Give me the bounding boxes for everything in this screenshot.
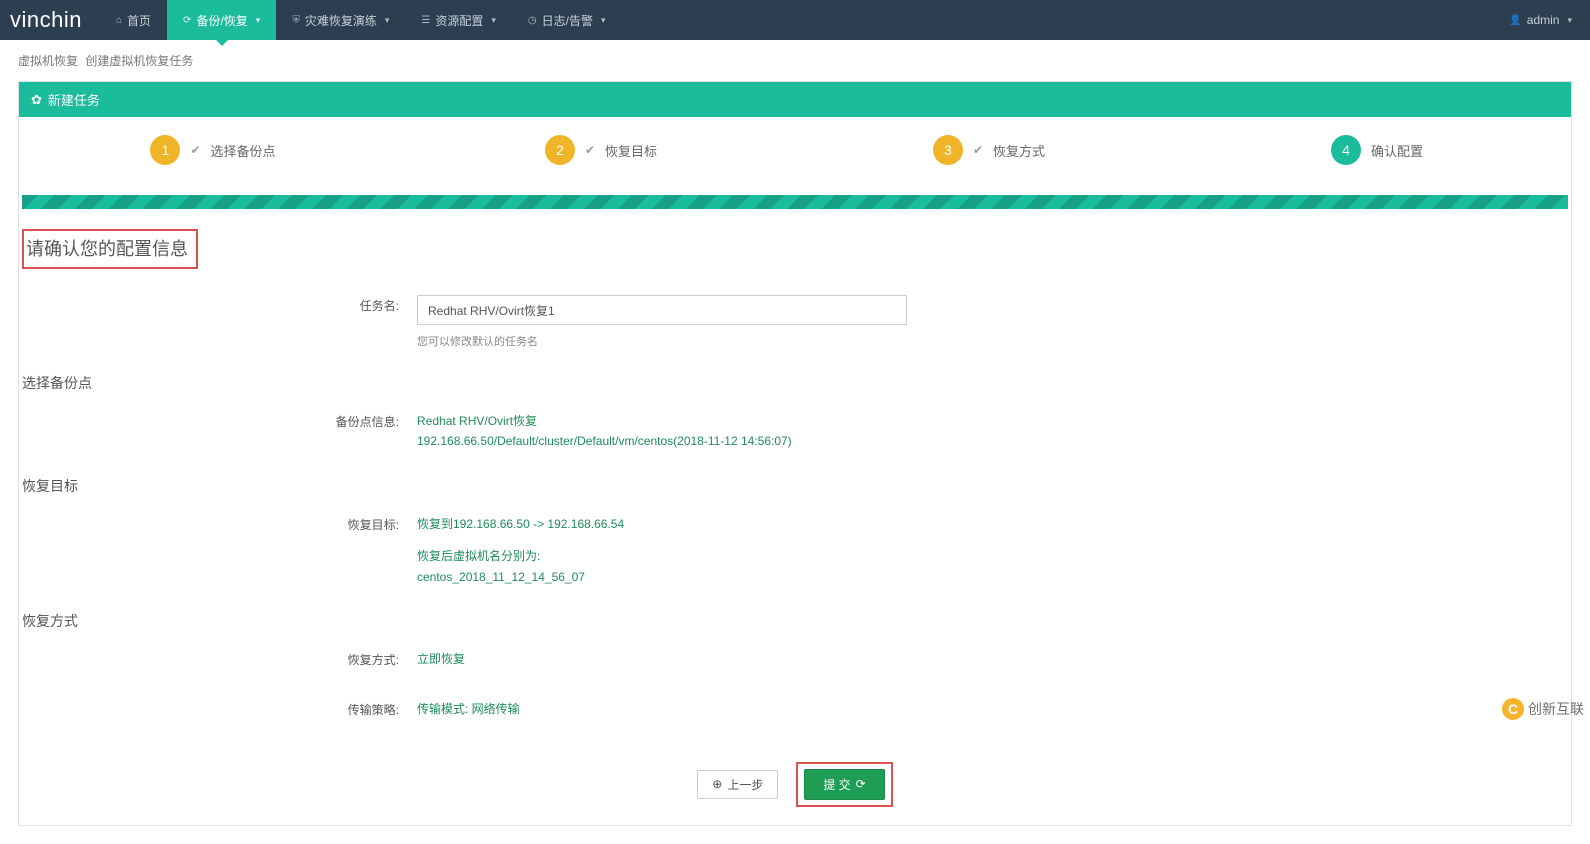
breadcrumb: 虚拟机恢复 创建虚拟机恢复任务 [0,40,1590,81]
panel-header: ✿ 新建任务 [19,82,1571,117]
content-area: 请确认您的配置信息 任务名: 您可以修改默认的任务名 选择备份点 备份点信息: … [19,229,1571,740]
restore-target-line3: centos_2018_11_12_14_56_07 [417,567,1568,587]
task-name-row: 任务名: 您可以修改默认的任务名 [22,287,1568,353]
nav-backup-restore[interactable]: ⟳ 备份/恢复 ▾ [167,0,276,40]
restore-target-value: 恢复到192.168.66.50 -> 192.168.66.54 恢复后虚拟机… [417,510,1568,587]
nav-home[interactable]: ⌂ 首页 [100,0,167,40]
wizard-step-3[interactable]: 3 ✔ 恢复方式 [795,135,1183,165]
restore-mode-value: 立即恢复 [417,645,1568,669]
nav-dr-drill[interactable]: ⛨ 灾难恢复演练 ▾ [276,0,405,40]
watermark: C 创新互联 [1502,698,1584,720]
wizard-step-4: 4 确认配置 [1183,135,1571,165]
submit-button-label: 提 交 [823,776,850,793]
restore-target-line2: 恢复后虚拟机名分别为: [417,546,1568,566]
chevron-down-icon: ▾ [601,15,606,26]
top-navbar: vinchin ⌂ 首页 ⟳ 备份/恢复 ▾ ⛨ 灾难恢复演练 ▾ ☰ 资源配置… [0,0,1590,40]
submit-icon: ⟳ [856,777,866,791]
check-icon: ✔ [973,143,983,157]
footer-buttons: ⊕ 上一步 提 交 ⟳ [19,740,1571,825]
submit-button[interactable]: 提 交 ⟳ [804,769,884,800]
step-label: 确认配置 [1371,141,1423,160]
wizard-steps: 1 ✔ 选择备份点 2 ✔ 恢复目标 3 ✔ 恢复方式 4 确认配置 [19,117,1571,195]
nav-log-alert[interactable]: ◷ 日志/告警 ▾ [512,0,622,40]
nav-resource[interactable]: ☰ 资源配置 ▾ [405,0,512,40]
nav-items: ⌂ 首页 ⟳ 备份/恢复 ▾ ⛨ 灾难恢复演练 ▾ ☰ 资源配置 ▾ ◷ 日志/… [100,0,622,40]
step-number: 4 [1331,135,1361,165]
chevron-down-icon: ▾ [1567,15,1572,26]
section-restore-target-title: 恢复目标 [22,462,1568,506]
restore-target-row: 恢复目标: 恢复到192.168.66.50 -> 192.168.66.54 … [22,506,1568,591]
nav-log-label: 日志/告警 [542,12,593,29]
nav-backup-label: 备份/恢复 [196,12,247,29]
brand-logo: vinchin [0,7,100,33]
user-icon: 👤 [1509,15,1521,26]
chevron-down-icon: ▾ [385,15,390,26]
backup-point-label: 备份点信息: [22,407,417,430]
chevron-down-icon: ▾ [491,15,496,26]
check-icon: ✔ [585,143,595,157]
shield-icon: ⛨ [292,15,300,26]
step-label: 恢复方式 [993,141,1045,160]
backup-point-row: 备份点信息: Redhat RHV/Ovirt恢复 192.168.66.50/… [22,403,1568,456]
arrow-left-icon: ⊕ [712,777,722,791]
gear-icon: ✿ [31,92,42,108]
submit-highlight: 提 交 ⟳ [796,762,892,807]
restore-target-label: 恢复目标: [22,510,417,533]
transport-row: 传输策略: 传输模式: 网络传输 [22,691,1568,723]
step-number: 2 [545,135,575,165]
backup-point-line2: 192.168.66.50/Default/cluster/Default/vm… [417,431,1568,451]
prev-button[interactable]: ⊕ 上一步 [697,770,778,799]
nav-home-label: 首页 [127,12,151,29]
task-name-value-wrap: 您可以修改默认的任务名 [417,291,1568,349]
user-name: admin [1527,13,1560,27]
restore-mode-label: 恢复方式: [22,645,417,668]
clock-icon: ◷ [528,15,537,26]
stack-icon: ☰ [421,15,430,26]
home-icon: ⌂ [116,15,122,26]
navbar-left: vinchin ⌂ 首页 ⟳ 备份/恢复 ▾ ⛨ 灾难恢复演练 ▾ ☰ 资源配置… [0,0,621,40]
task-name-label: 任务名: [22,291,417,314]
step-label: 恢复目标 [605,141,657,160]
progress-bar [22,195,1568,209]
user-menu[interactable]: 👤 admin ▾ [1509,13,1590,27]
backup-point-value: Redhat RHV/Ovirt恢复 192.168.66.50/Default… [417,407,1568,452]
wizard-step-1[interactable]: 1 ✔ 选择备份点 [19,135,407,165]
chevron-down-icon: ▾ [256,15,261,26]
watermark-icon: C [1502,698,1524,720]
prev-button-label: 上一步 [727,776,763,793]
main-panel: ✿ 新建任务 1 ✔ 选择备份点 2 ✔ 恢复目标 3 ✔ 恢复方式 4 确认配… [18,81,1572,826]
breadcrumb-item: 创建虚拟机恢复任务 [85,54,193,68]
watermark-text: 创新互联 [1528,699,1584,719]
confirm-title: 请确认您的配置信息 [22,229,198,269]
section-backup-point-title: 选择备份点 [22,359,1568,403]
panel-body: 1 ✔ 选择备份点 2 ✔ 恢复目标 3 ✔ 恢复方式 4 确认配置 请确认您的… [19,117,1571,825]
transport-label: 传输策略: [22,695,417,718]
backup-point-line1: Redhat RHV/Ovirt恢复 [417,411,1568,431]
nav-resource-label: 资源配置 [435,12,483,29]
panel-title: 新建任务 [48,90,100,109]
breadcrumb-item[interactable]: 虚拟机恢复 [18,54,78,68]
step-label: 选择备份点 [211,141,276,160]
task-name-hint: 您可以修改默认的任务名 [417,333,1568,349]
step-number: 1 [150,135,180,165]
check-icon: ✔ [190,143,200,157]
step-number: 3 [933,135,963,165]
restore-mode-row: 恢复方式: 立即恢复 [22,641,1568,673]
restore-target-line1: 恢复到192.168.66.50 -> 192.168.66.54 [417,514,1568,534]
refresh-icon: ⟳ [183,15,191,26]
task-name-input[interactable] [417,295,907,325]
nav-dr-label: 灾难恢复演练 [305,12,377,29]
wizard-step-2[interactable]: 2 ✔ 恢复目标 [407,135,795,165]
transport-value: 传输模式: 网络传输 [417,695,1568,719]
section-restore-mode-title: 恢复方式 [22,597,1568,641]
